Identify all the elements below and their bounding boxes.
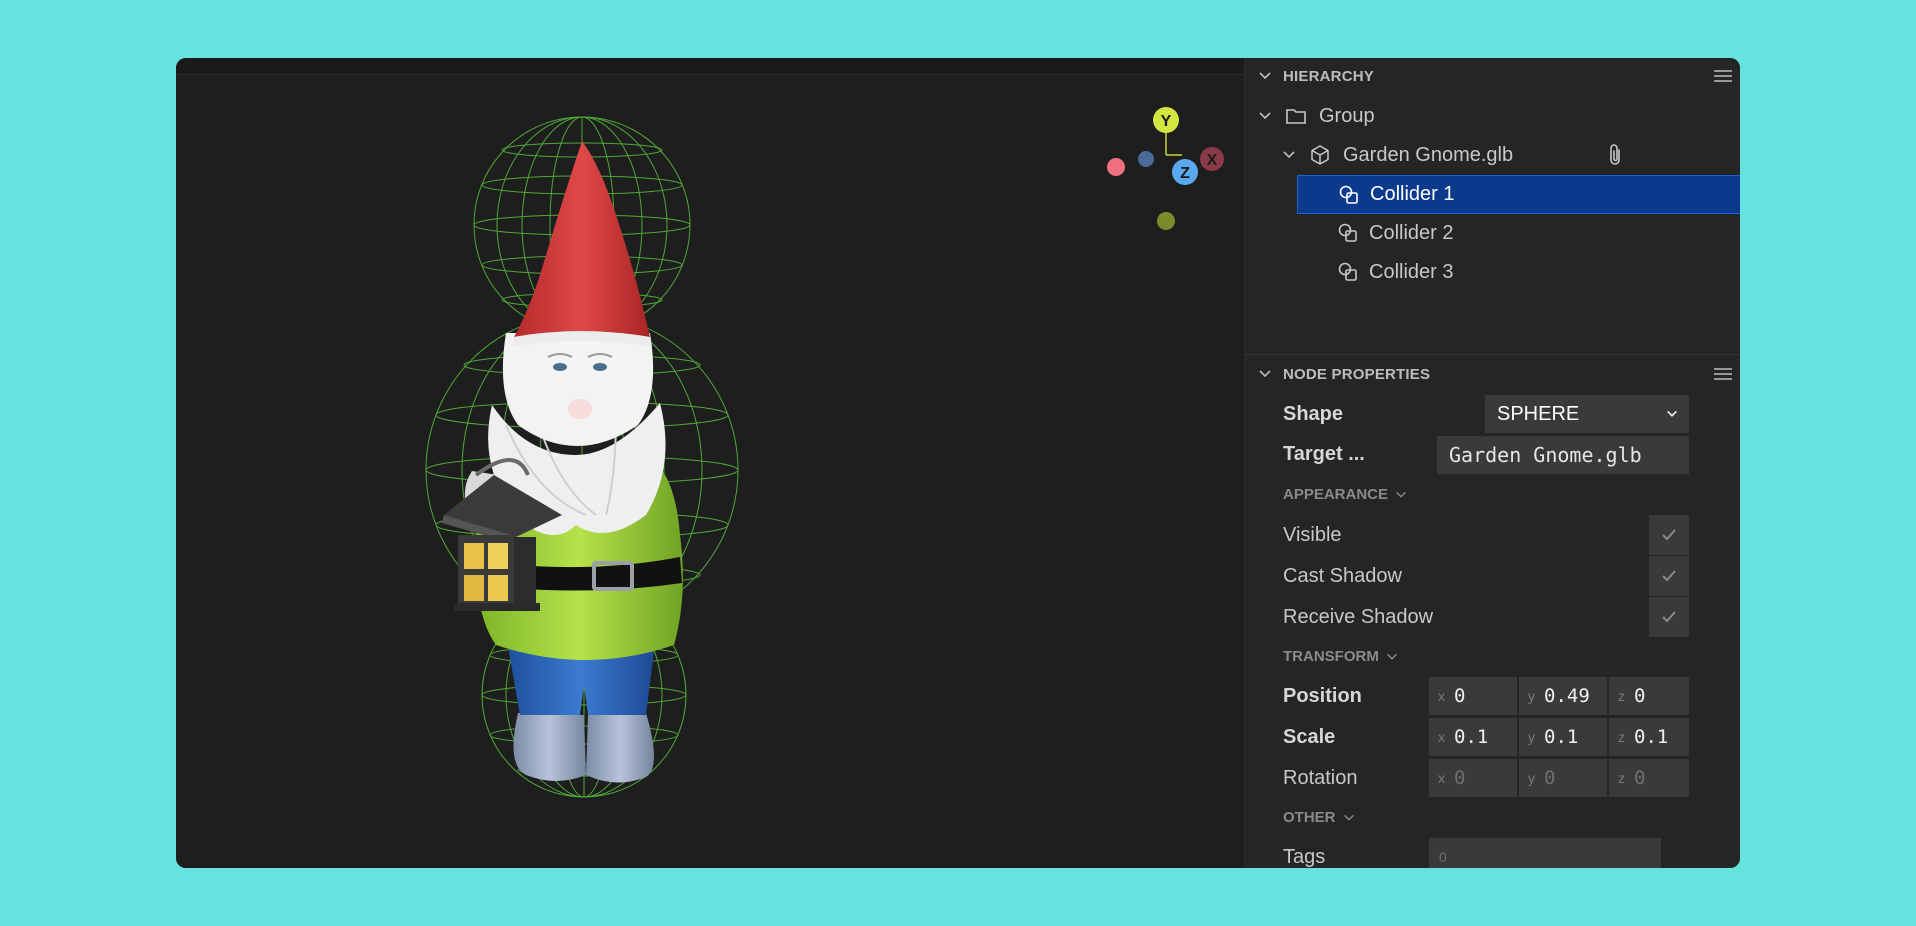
position-x-field[interactable]: x0 [1429,677,1517,715]
scale-x-field[interactable]: x 0.1 [1429,718,1517,756]
target-field[interactable]: Garden Gnome.glb [1437,436,1689,474]
chevron-down-icon[interactable] [1257,108,1273,124]
chevron-down-icon[interactable] [1281,147,1297,163]
collider-icon [1338,223,1357,242]
cube-icon [1311,145,1329,165]
receive-shadow-label: Receive Shadow [1283,606,1434,628]
node-properties-header[interactable]: NODE PROPERTIES [1245,356,1740,392]
inspector-panel: HIERARCHY Group Garden Gnome.glb Collide… [1244,58,1740,868]
checkmark-icon [1662,570,1676,582]
shape-dropdown[interactable]: SPHERE [1485,395,1689,433]
checkmark-icon [1662,611,1676,623]
gizmo-neg-y-handle[interactable] [1157,212,1175,230]
viewport-toolbar [176,58,1244,75]
tags-label: Tags [1283,846,1326,868]
collider-icon [1338,262,1357,281]
shape-label: Shape [1283,403,1344,425]
folder-icon [1286,109,1306,124]
gizmo-z-label: Z [1180,165,1190,182]
tree-item-collider-2[interactable]: Collider 2 [1245,214,1740,252]
visible-label: Visible [1283,524,1342,546]
rotation-y-field[interactable]: y0 [1519,759,1607,797]
appearance-title: APPEARANCE [1283,486,1389,503]
receive-shadow-checkbox[interactable] [1649,597,1689,637]
hierarchy-header[interactable]: HIERARCHY [1245,58,1740,94]
editor-window: Y X Z HIERARCHY Group Garden Gnome.glb C… [176,58,1740,868]
tree-item-label: Collider 3 [1369,260,1454,283]
hierarchy-title: HIERARCHY [1283,67,1374,85]
tree-item-label: Collider 2 [1369,221,1454,244]
rotation-label: Rotation [1283,767,1358,789]
position-z-field[interactable]: z0 [1609,677,1689,715]
chevron-down-icon [1343,814,1354,821]
3d-viewport[interactable]: Y X Z [176,75,1244,868]
tree-item-label: Group [1319,104,1375,127]
gizmo-neg-x-handle[interactable] [1107,158,1125,176]
target-label: Target ... [1283,443,1365,465]
garden-gnome-model [442,141,683,783]
chevron-down-icon [1667,410,1677,417]
tree-item-label: Collider 1 [1370,183,1455,205]
hamburger-menu-icon[interactable] [1713,366,1733,382]
rotation-x-field[interactable]: x0 [1429,759,1517,797]
transform-header[interactable]: TRANSFORM [1283,648,1399,665]
transform-title: TRANSFORM [1283,648,1379,665]
tree-item-collider-1[interactable]: Collider 1 [1297,175,1740,214]
gizmo-neg-z-handle[interactable] [1138,151,1154,167]
cast-shadow-checkbox[interactable] [1649,556,1689,596]
scale-label: Scale [1283,726,1336,748]
rotation-z-field[interactable]: z0 [1609,759,1689,797]
tree-item-garden-gnome[interactable]: Garden Gnome.glb [1245,136,1740,174]
node-properties-title: NODE PROPERTIES [1283,365,1431,383]
visible-checkbox[interactable] [1649,515,1689,555]
appearance-header[interactable]: APPEARANCE [1283,486,1408,503]
panel-divider [1245,354,1740,355]
tags-input[interactable]: 0 [1429,838,1661,868]
shape-dropdown-value: SPHERE [1497,402,1580,425]
position-y-field[interactable]: y 0.49 [1519,677,1607,715]
gizmo-x-label: X [1207,152,1218,169]
collider-icon [1339,185,1358,204]
chevron-down-icon[interactable] [1257,366,1273,382]
tree-item-group[interactable]: Group [1245,97,1740,135]
hamburger-menu-icon[interactable] [1713,68,1733,84]
scene-canvas: Y X Z [425,107,1224,798]
other-header[interactable]: OTHER [1283,809,1356,826]
other-title: OTHER [1283,809,1336,826]
tree-item-collider-3[interactable]: Collider 3 [1245,253,1740,291]
target-field-value: Garden Gnome.glb [1449,443,1642,467]
scale-y-field[interactable]: y 0.1 [1519,718,1607,756]
gizmo-y-label: Y [1161,113,1172,130]
chevron-down-icon [1386,653,1397,660]
tags-count: 0 [1439,849,1447,865]
chevron-down-icon [1396,491,1406,498]
chevron-down-icon[interactable] [1257,68,1273,84]
checkmark-icon [1662,529,1676,541]
position-label: Position [1283,685,1362,707]
scale-z-field[interactable]: z 0.1 [1609,718,1689,756]
paperclip-icon[interactable] [1605,143,1625,167]
cast-shadow-label: Cast Shadow [1283,565,1402,587]
tree-item-label: Garden Gnome.glb [1343,143,1514,166]
orientation-gizmo: Y X Z [1107,107,1224,230]
